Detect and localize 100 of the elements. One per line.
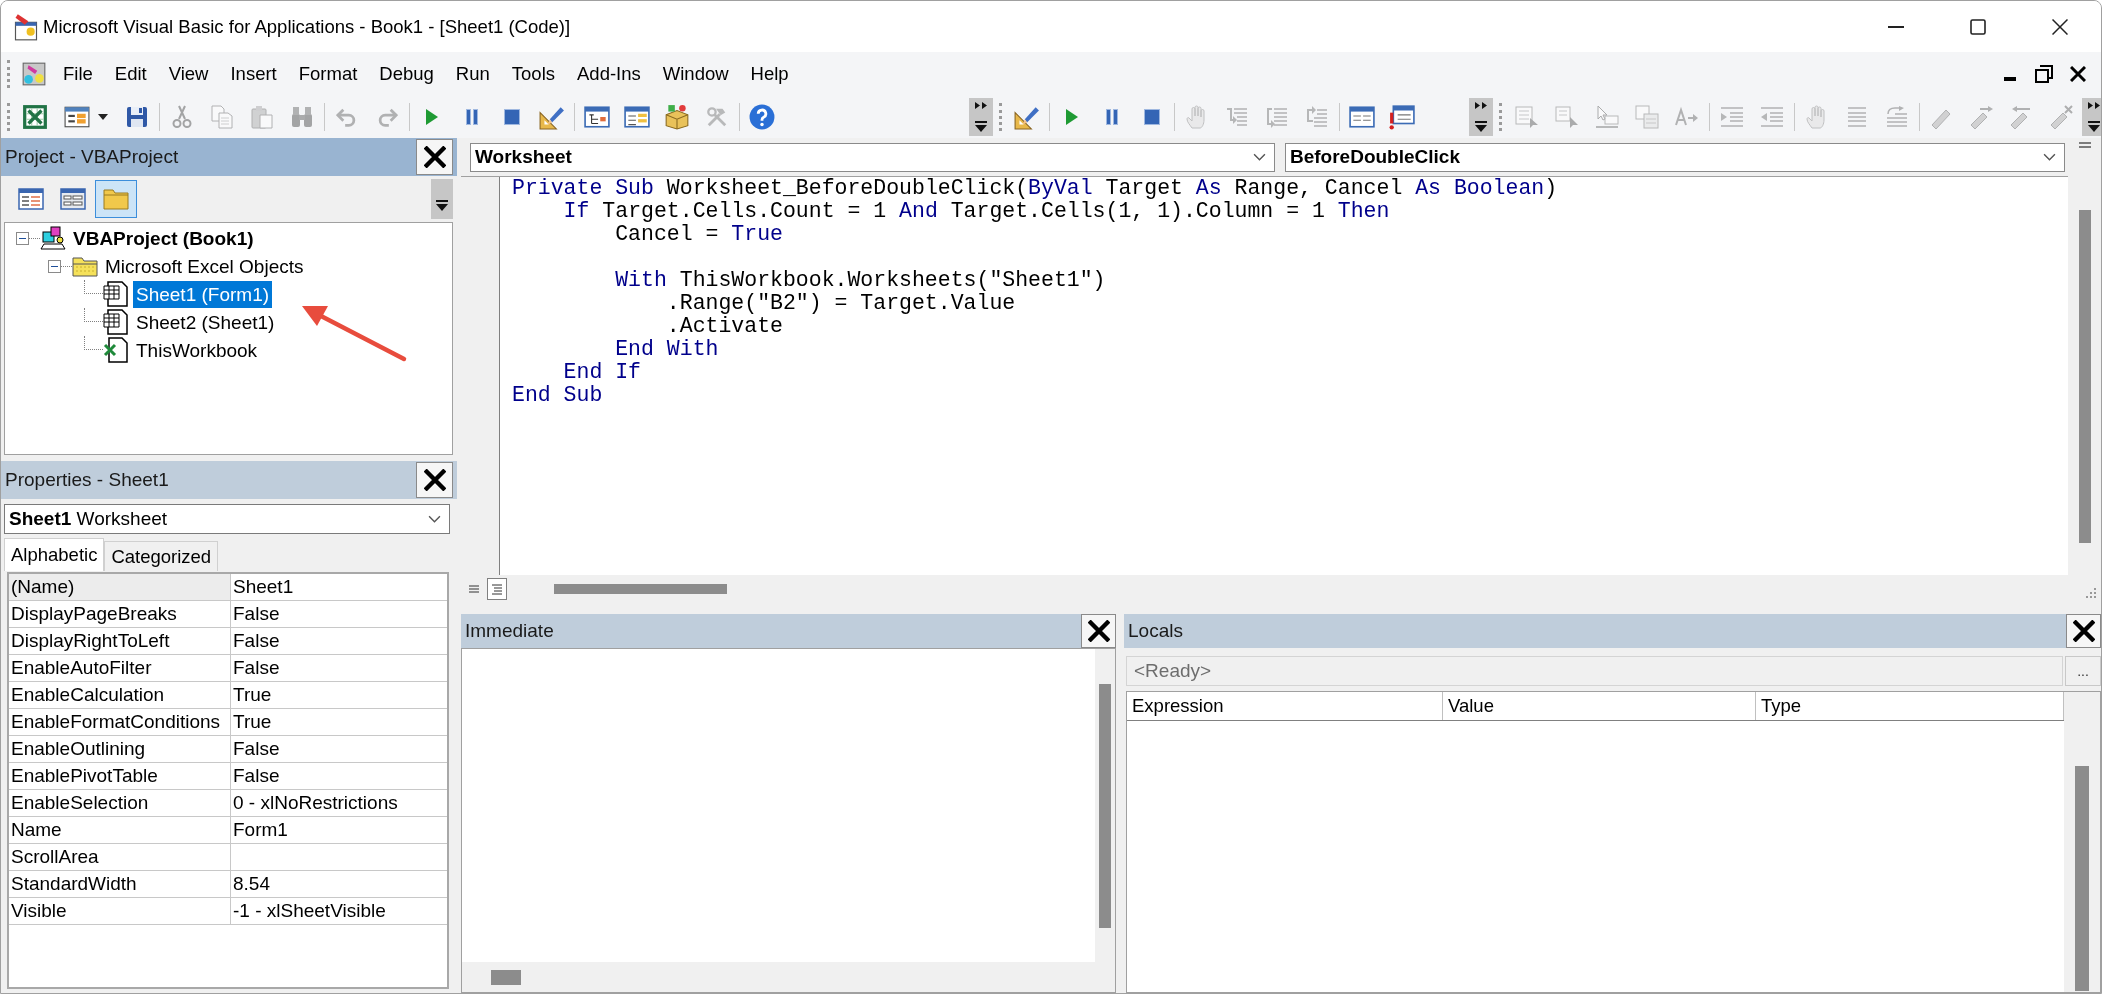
menu-grip-handle[interactable] [7, 60, 10, 88]
tree-item[interactable]: Microsoft Excel Objects [102, 252, 307, 280]
play-icon [426, 109, 438, 125]
property-value[interactable]: False [231, 628, 447, 654]
tab[interactable]: Alphabetic [4, 538, 105, 571]
tree-item[interactable]: VBAProject (Book1) [70, 224, 257, 252]
tree-item[interactable]: Sheet2 (Sheet1) [133, 308, 278, 336]
stop-icon [504, 109, 520, 125]
scrollbar-thumb[interactable] [2075, 766, 2089, 991]
tree-item[interactable]: ThisWorkbook [133, 336, 261, 364]
panel-title: Project - VBAProject [4, 146, 179, 168]
tree-item[interactable]: Sheet1 (Form1) [133, 280, 273, 308]
column-header[interactable]: Expression [1127, 692, 1443, 720]
resize-grip-icon[interactable] [2086, 588, 2096, 598]
property-name[interactable]: DisplayRightToLeft [9, 628, 231, 654]
context-field: <Ready> [1126, 656, 2063, 686]
property-name[interactable]: EnableSelection [9, 790, 231, 816]
box-shapes-icon [664, 104, 690, 130]
code-line: Cancel = True [614, 223, 784, 246]
toolbar-options-button[interactable] [969, 98, 993, 136]
property-value[interactable]: False [231, 736, 447, 762]
property-value[interactable]: 0 - xlNoRestrictions [231, 790, 447, 816]
menu-item[interactable]: Add-Ins [566, 59, 652, 89]
property-name[interactable]: DisplayPageBreaks [9, 601, 231, 627]
toolbar-options-button[interactable] [1469, 98, 1493, 136]
code-line: .Range("B2") = Target.Value [665, 292, 1017, 315]
object-dropdown[interactable]: Sheet1 Worksheet [4, 504, 450, 534]
immediate-input-area[interactable] [462, 649, 1095, 962]
call-stack-button[interactable]: ... [2065, 656, 2101, 686]
splitter-icon[interactable] [2078, 142, 2091, 148]
window-list-icon [624, 104, 650, 130]
column-header[interactable]: Value [1443, 692, 1756, 720]
indent-icon [1720, 105, 1744, 129]
property-name[interactable]: EnableCalculation [9, 682, 231, 708]
property-name[interactable]: StandardWidth [9, 871, 231, 897]
lines-curve-icon [1885, 105, 1909, 129]
scrollbar-thumb[interactable] [1099, 684, 1111, 928]
menu-item[interactable]: Help [739, 59, 800, 89]
window-alert-icon [1389, 104, 1415, 130]
property-value[interactable]: 8.54 [231, 871, 447, 897]
form-icon [64, 104, 90, 130]
menu-item[interactable]: Debug [368, 59, 445, 89]
property-value[interactable]: False [231, 763, 447, 789]
close-button[interactable] [416, 462, 453, 498]
property-value[interactable]: Sheet1 [231, 574, 447, 600]
property-value[interactable]: False [231, 601, 447, 627]
toggle-folders-button[interactable] [95, 180, 137, 218]
property-name[interactable]: Name [9, 817, 231, 843]
scrollbar-thumb[interactable] [554, 584, 727, 594]
close-button[interactable] [416, 139, 453, 175]
toolbar-options-button[interactable] [2082, 98, 2101, 136]
object-dropdown[interactable]: Worksheet [470, 142, 1275, 172]
lines-arrow-icon [1225, 105, 1249, 129]
chevron-down-icon [2043, 153, 2056, 161]
app-icon[interactable] [21, 61, 47, 87]
collapse-icon[interactable] [48, 259, 61, 273]
property-value[interactable]: True [231, 709, 447, 735]
bookmark-cross-icon [2050, 105, 2074, 129]
property-name[interactable]: EnablePivotTable [9, 763, 231, 789]
close-icon [423, 146, 446, 168]
close-button[interactable] [2066, 614, 2101, 648]
lines-arrow-icon [1265, 105, 1289, 129]
menu-item[interactable]: Format [287, 59, 369, 89]
property-value[interactable]: False [231, 655, 447, 681]
tab[interactable]: Categorized [104, 541, 219, 571]
property-name[interactable]: EnableFormatConditions [9, 709, 231, 735]
module-view-button[interactable] [487, 578, 507, 600]
list-arrow-icon [1515, 105, 1539, 129]
toolbar-options-button[interactable] [431, 179, 453, 219]
code-line: End With [614, 338, 720, 361]
scrollbar-thumb[interactable] [491, 969, 521, 985]
property-value[interactable]: True [231, 682, 447, 708]
code-line: End Sub [512, 384, 604, 407]
window-tree-icon [584, 104, 610, 130]
code-editor[interactable] [500, 177, 2068, 575]
property-value[interactable]: Form1 [231, 817, 447, 843]
menu-item[interactable]: Insert [219, 59, 288, 89]
property-name[interactable]: Visible [9, 898, 231, 924]
property-name[interactable]: EnableOutlining [9, 736, 231, 762]
menu-item[interactable]: Window [651, 59, 740, 89]
menu-item[interactable]: Edit [103, 59, 158, 89]
scrollbar-thumb[interactable] [2078, 210, 2091, 543]
close-icon [1087, 620, 1110, 642]
menu-item[interactable]: File [52, 59, 104, 89]
toolbar-grip-handle[interactable] [7, 103, 10, 131]
close-button[interactable] [1081, 614, 1116, 648]
property-value[interactable]: -1 - xlSheetVisible [231, 898, 447, 924]
hammer-wrench-icon [706, 106, 728, 128]
property-name[interactable]: (Name) [9, 574, 231, 600]
property-name[interactable]: ScrollArea [9, 844, 231, 870]
menu-item[interactable]: Tools [500, 59, 566, 89]
close-icon [2052, 18, 2068, 35]
menu-item[interactable]: Run [444, 59, 501, 89]
procedure-dropdown[interactable]: BeforeDoubleClick [1285, 142, 2065, 172]
menu-item[interactable]: View [157, 59, 220, 89]
collapse-icon[interactable] [16, 231, 29, 245]
property-name[interactable]: EnableAutoFilter [9, 655, 231, 681]
toolbar-grip-handle[interactable] [1499, 103, 1502, 131]
toolbar-grip-handle[interactable] [999, 103, 1002, 131]
copy-icon [210, 105, 234, 129]
